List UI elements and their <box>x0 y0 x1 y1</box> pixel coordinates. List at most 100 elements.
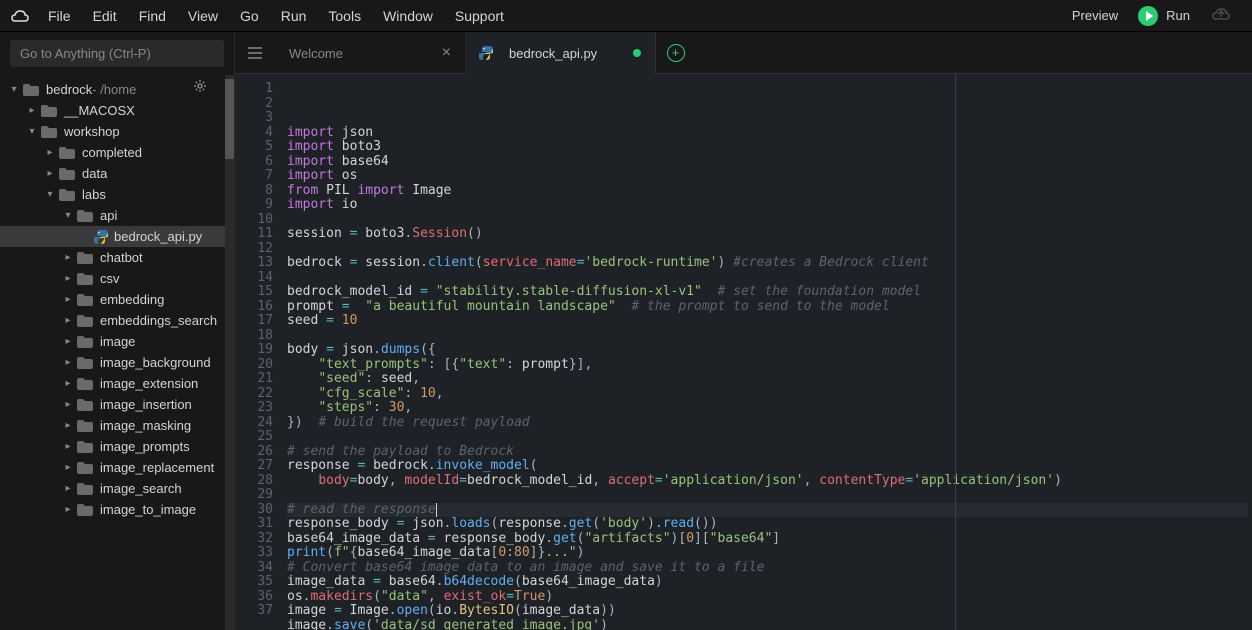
code-line[interactable]: image = Image.open(io.BytesIO(image_data… <box>287 604 1248 619</box>
folder-icon <box>76 356 94 370</box>
play-icon <box>1138 6 1158 26</box>
code-line[interactable]: image_data = base64.b64decode(base64_ima… <box>287 575 1248 590</box>
hamburger-icon[interactable] <box>235 47 275 59</box>
tab-welcome[interactable]: Welcome× <box>275 32 465 74</box>
code-line[interactable]: "text_prompts": [{"text": prompt}], <box>287 358 1248 373</box>
code-line[interactable] <box>287 329 1248 344</box>
chevron-right-icon: ▸ <box>44 147 56 158</box>
tree-item-label: data <box>82 166 107 181</box>
tree-folder[interactable]: ▸embedding <box>0 289 225 310</box>
tab-bar: Welcome×bedrock_api.py + <box>235 32 1252 74</box>
tree-folder[interactable]: ▸csv <box>0 268 225 289</box>
tree-folder[interactable]: ▸image_to_image <box>0 499 225 520</box>
code-line[interactable]: # send the payload to Bedrock <box>287 445 1248 460</box>
code-line[interactable]: "steps": 30, <box>287 401 1248 416</box>
tree-folder[interactable]: ▸image_masking <box>0 415 225 436</box>
code-line[interactable]: # Convert base64 image data to an image … <box>287 561 1248 576</box>
tree-root[interactable]: ▾bedrock - /home <box>0 79 225 100</box>
python-icon <box>479 46 493 60</box>
code-line[interactable] <box>287 271 1248 286</box>
new-tab-button[interactable]: + <box>655 32 695 73</box>
menu-file[interactable]: File <box>48 8 71 24</box>
menu-edit[interactable]: Edit <box>93 8 117 24</box>
tree-item-label: image_masking <box>100 418 191 433</box>
menu-find[interactable]: Find <box>139 8 166 24</box>
cloud-sync-icon[interactable] <box>1210 6 1232 25</box>
tree-folder[interactable]: ▸image_search <box>0 478 225 499</box>
preview-button[interactable]: Preview <box>1072 8 1118 23</box>
menu-go[interactable]: Go <box>240 8 259 24</box>
code-line[interactable]: import io <box>287 198 1248 213</box>
tab-bedrock_api-py[interactable]: bedrock_api.py <box>465 32 655 74</box>
code-line[interactable]: bedrock = session.client(service_name='b… <box>287 256 1248 271</box>
tree-folder[interactable]: ▸image_insertion <box>0 394 225 415</box>
folder-icon <box>76 335 94 349</box>
tree-file[interactable]: bedrock_api.py <box>0 226 225 247</box>
tree-folder[interactable]: ▸embeddings_search <box>0 310 225 331</box>
tree-folder[interactable]: ▸image <box>0 331 225 352</box>
tree-item-label: image_background <box>100 355 211 370</box>
tree-folder[interactable]: ▸chatbot <box>0 247 225 268</box>
tree-folder[interactable]: ▸data <box>0 163 225 184</box>
run-button[interactable]: Run <box>1138 6 1190 26</box>
code-line[interactable]: import boto3 <box>287 140 1248 155</box>
code-line[interactable]: response = bedrock.invoke_model( <box>287 459 1248 474</box>
menu-run[interactable]: Run <box>281 8 307 24</box>
tree-folder[interactable]: ▾api <box>0 205 225 226</box>
folder-icon <box>76 377 94 391</box>
tree-item-label: completed <box>82 145 142 160</box>
tree-folder[interactable]: ▸__MACOSX <box>0 100 225 121</box>
code-line[interactable]: # read the response <box>287 503 1248 518</box>
tree-item-label: embedding <box>100 292 164 307</box>
code-content[interactable]: import jsonimport boto3import base64impo… <box>283 74 1252 630</box>
code-line[interactable]: os.makedirs("data", exist_ok=True) <box>287 590 1248 605</box>
code-line[interactable]: base64_image_data = response_body.get("a… <box>287 532 1248 547</box>
menu-window[interactable]: Window <box>383 8 433 24</box>
go-to-anything-input[interactable]: Go to Anything (Ctrl-P) <box>10 40 224 67</box>
code-line[interactable]: import base64 <box>287 155 1248 170</box>
file-tree[interactable]: ▾bedrock - /home▸__MACOSX▾workshop ▸ compl… <box>0 75 225 630</box>
chevron-right-icon: ▸ <box>62 336 74 347</box>
code-line[interactable] <box>287 242 1248 257</box>
tree-folder[interactable]: ▾labs <box>0 184 225 205</box>
code-line[interactable]: body = json.dumps({ <box>287 343 1248 358</box>
tree-item-label: image_extension <box>100 376 198 391</box>
tree-folder[interactable]: ▸ completed <box>0 142 225 163</box>
code-line[interactable]: print(f"{base64_image_data[0:80]}...") <box>287 546 1248 561</box>
code-line[interactable]: import os <box>287 169 1248 184</box>
code-line[interactable]: prompt = "a beautiful mountain landscape… <box>287 300 1248 315</box>
editor-area: Welcome×bedrock_api.py + 123456789101112… <box>235 32 1252 630</box>
code-line[interactable]: body=body, modelId=bedrock_model_id, acc… <box>287 474 1248 489</box>
code-line[interactable]: from PIL import Image <box>287 184 1248 199</box>
code-line[interactable]: session = boto3.Session() <box>287 227 1248 242</box>
tree-folder[interactable]: ▸image_prompts <box>0 436 225 457</box>
code-editor[interactable]: 1234567891011121314151617181920212223242… <box>235 74 1252 630</box>
menu-view[interactable]: View <box>188 8 218 24</box>
tree-item-label: bedrock_api.py <box>114 229 202 244</box>
code-line[interactable]: seed = 10 <box>287 314 1248 329</box>
code-line[interactable] <box>287 488 1248 503</box>
code-line[interactable] <box>287 213 1248 228</box>
code-line[interactable] <box>287 430 1248 445</box>
tree-folder[interactable]: ▸image_replacement <box>0 457 225 478</box>
tree-folder[interactable]: ▾workshop <box>0 121 225 142</box>
code-line[interactable]: image.save('data/sd_generated_image.jpg'… <box>287 619 1248 630</box>
gear-icon[interactable] <box>193 79 207 96</box>
menu-tools[interactable]: Tools <box>328 8 361 24</box>
code-line[interactable]: bedrock_model_id = "stability.stable-dif… <box>287 285 1248 300</box>
folder-icon <box>40 104 58 118</box>
menu-support[interactable]: Support <box>455 8 504 24</box>
tree-item-label: csv <box>100 271 120 286</box>
code-line[interactable]: response_body = json.loads(response.get(… <box>287 517 1248 532</box>
close-icon[interactable]: × <box>442 44 451 62</box>
sidebar-scrollbar[interactable] <box>225 75 234 630</box>
code-line[interactable]: "seed": seed, <box>287 372 1248 387</box>
folder-icon <box>76 398 94 412</box>
code-line[interactable]: "cfg_scale": 10, <box>287 387 1248 402</box>
tree-folder[interactable]: ▸image_extension <box>0 373 225 394</box>
tree-item-label: image_search <box>100 481 182 496</box>
tree-folder[interactable]: ▸image_background <box>0 352 225 373</box>
code-line[interactable]: import json <box>287 126 1248 141</box>
chevron-right-icon: ▸ <box>62 441 74 452</box>
code-line[interactable]: }) # build the request payload <box>287 416 1248 431</box>
